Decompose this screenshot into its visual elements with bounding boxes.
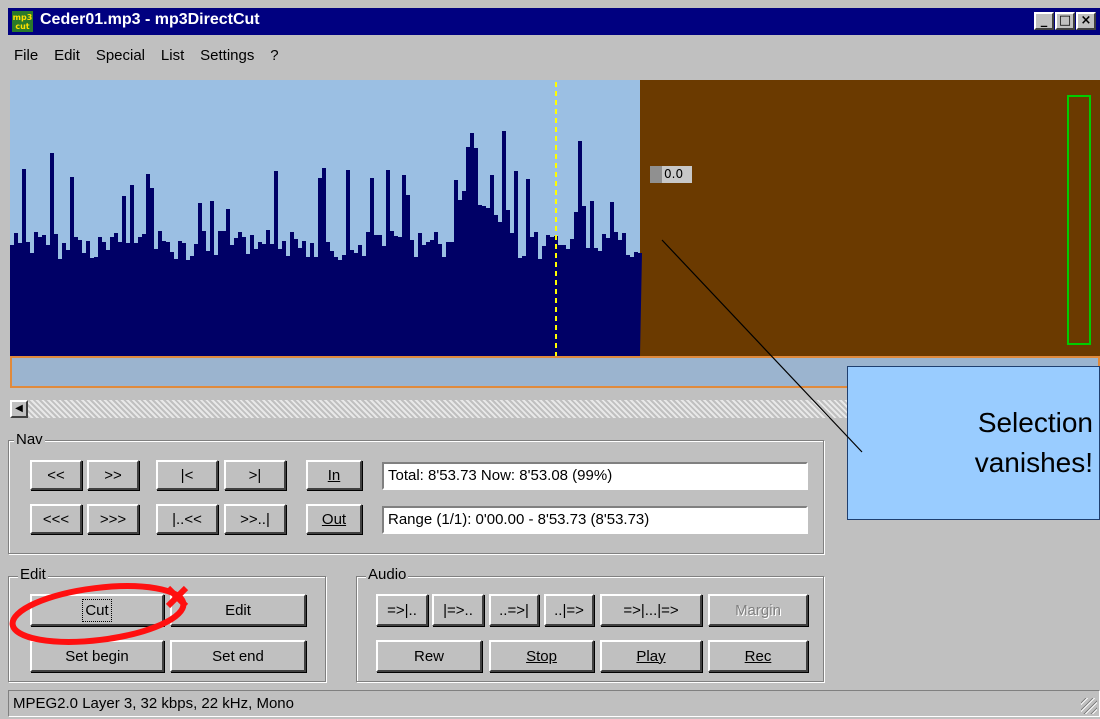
app-icon: mp3 cut (12, 11, 33, 32)
window-title: Ceder01.mp3 - mp3DirectCut (40, 11, 260, 28)
total-position-readout: Total: 8'53.73 Now: 8'53.08 (99%) (382, 462, 808, 490)
scroll-left-button[interactable]: ◀ (10, 400, 28, 418)
margin-button[interactable]: Margin (708, 594, 808, 626)
menu-bar: File Edit Special List Settings ? (8, 44, 285, 68)
play-to-end-button[interactable]: ..=>| (489, 594, 539, 626)
play-button[interactable]: Play (600, 640, 702, 672)
out-button[interactable]: Out (306, 504, 362, 534)
resize-grip[interactable] (1081, 698, 1097, 714)
unselected-region (640, 80, 1100, 356)
nav-to-end-button[interactable]: >| (224, 460, 286, 490)
cut-button[interactable]: Cut (30, 594, 164, 626)
title-bar[interactable]: mp3 cut Ceder01.mp3 - mp3DirectCut _ □ × (8, 8, 1100, 35)
set-end-button[interactable]: Set end (170, 640, 306, 672)
nav-back-far-button[interactable]: <<< (30, 504, 82, 534)
waveform-view[interactable]: 0.0 (10, 80, 1100, 356)
minimize-button[interactable]: _ (1034, 12, 1054, 30)
audio-group-label: Audio (366, 566, 409, 583)
nav-forward-far-button[interactable]: >>> (87, 504, 139, 534)
nav-group (8, 440, 824, 554)
waveform-canvas (10, 80, 1100, 356)
menu-special[interactable]: Special (90, 44, 151, 68)
menu-edit[interactable]: Edit (48, 44, 86, 68)
record-button[interactable]: Rec (708, 640, 808, 672)
status-bar: MPEG2.0 Layer 3, 32 kbps, 22 kHz, Mono (8, 690, 1100, 717)
menu-list[interactable]: List (155, 44, 190, 68)
range-readout: Range (1/1): 0'00.00 - 8'53.73 (8'53.73) (382, 506, 808, 534)
status-text: MPEG2.0 Layer 3, 32 kbps, 22 kHz, Mono (13, 695, 294, 712)
edit-button[interactable]: Edit (170, 594, 306, 626)
close-button[interactable]: × (1076, 12, 1096, 30)
menu-settings[interactable]: Settings (194, 44, 260, 68)
rewind-button[interactable]: Rew (376, 640, 482, 672)
level-readout: 0.0 (650, 166, 692, 183)
stop-button[interactable]: Stop (489, 640, 594, 672)
nav-back-button[interactable]: << (30, 460, 82, 490)
in-button[interactable]: In (306, 460, 362, 490)
annotation-callout: Selection vanishes! (847, 366, 1100, 520)
play-from-begin-button[interactable]: |=>.. (432, 594, 484, 626)
nav-to-start-button[interactable]: |< (156, 460, 218, 490)
menu-help[interactable]: ? (264, 44, 284, 68)
nav-group-label: Nav (14, 431, 45, 448)
nav-forward-button[interactable]: >> (87, 460, 139, 490)
set-begin-button[interactable]: Set begin (30, 640, 164, 672)
app-window: mp3 cut Ceder01.mp3 - mp3DirectCut _ □ ×… (0, 0, 1100, 719)
nav-start-back-button[interactable]: |..<< (156, 504, 218, 534)
edit-group-label: Edit (18, 566, 48, 583)
maximize-button[interactable]: □ (1055, 12, 1075, 30)
play-to-begin-button[interactable]: =>|.. (376, 594, 428, 626)
play-from-end-button[interactable]: ..|=> (544, 594, 594, 626)
annotation-line-1: Selection (977, 407, 1093, 438)
menu-file[interactable]: File (8, 44, 44, 68)
nav-end-forward-button[interactable]: >>..| (224, 504, 286, 534)
play-range-button[interactable]: =>|...|=> (600, 594, 702, 626)
annotation-line-2: vanishes! (974, 447, 1093, 478)
